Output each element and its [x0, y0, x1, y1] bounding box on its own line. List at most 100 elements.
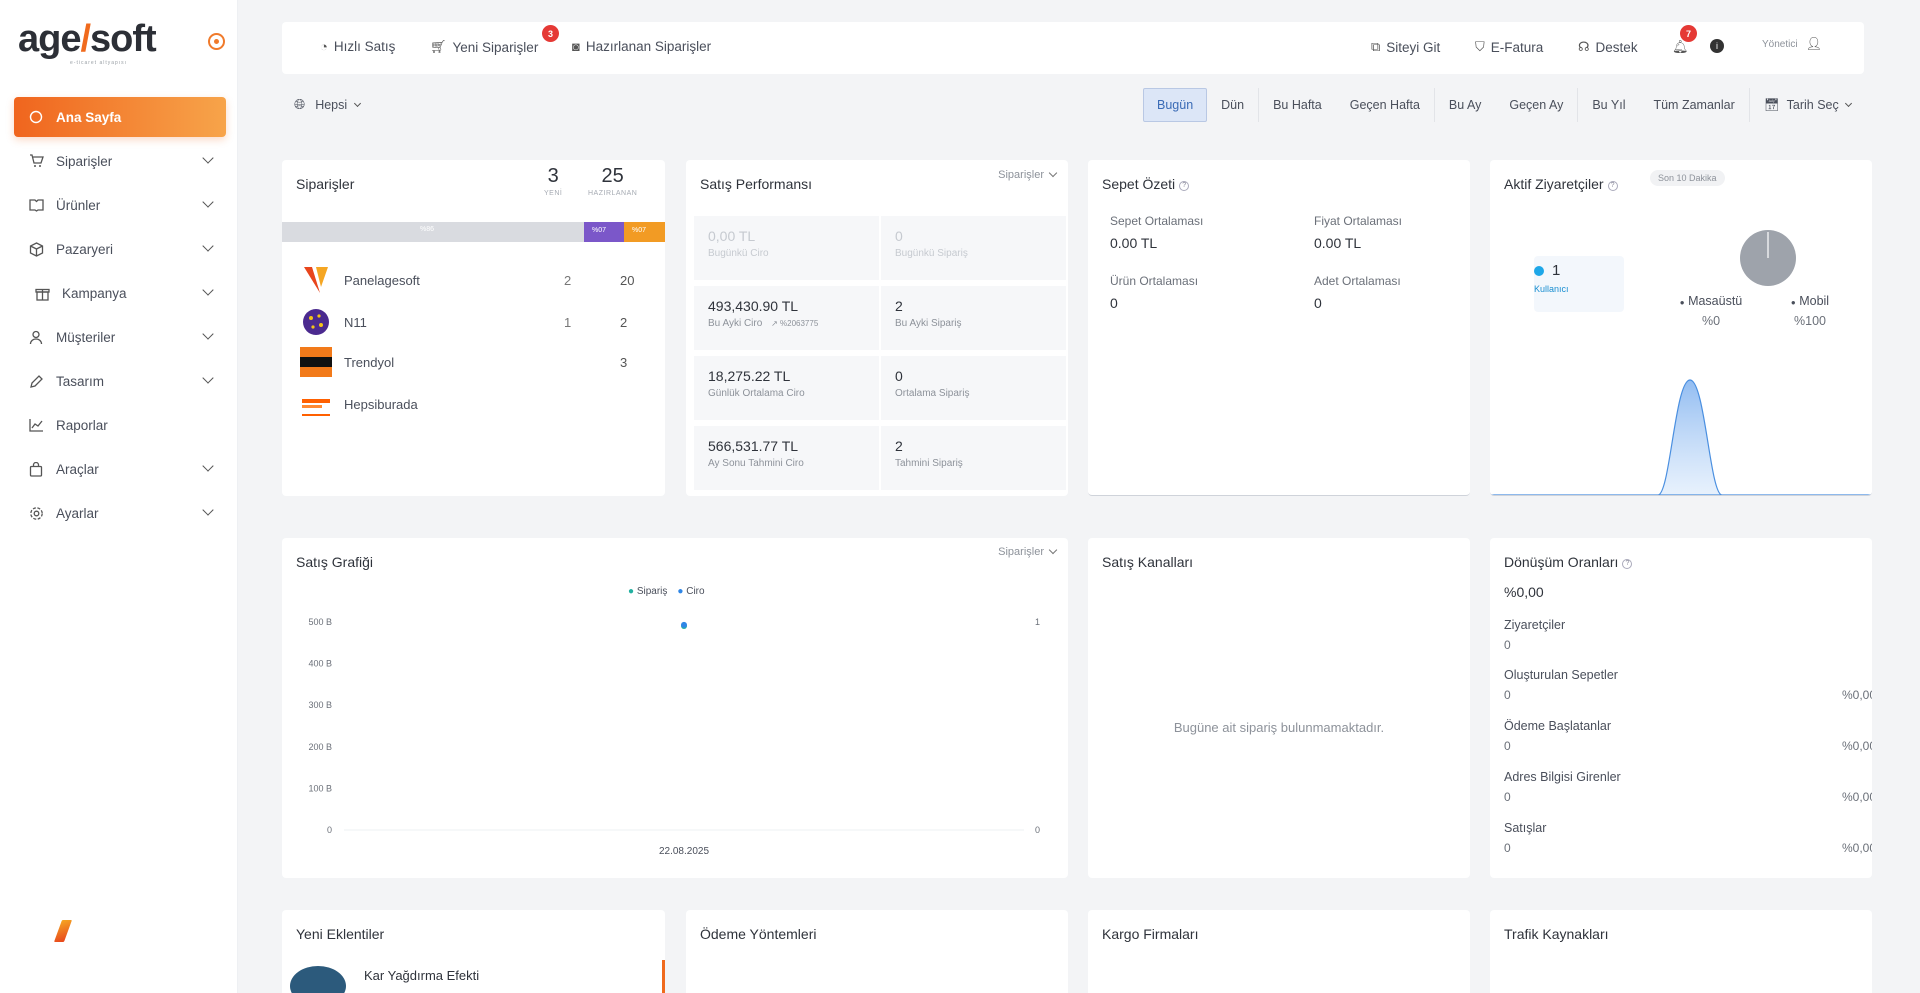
- camera-icon: ◙: [572, 39, 580, 54]
- prepared-orders-count[interactable]: 25 HAZIRLANAN: [588, 165, 637, 197]
- card-title: Yeni Eklentiler: [296, 926, 385, 942]
- filter-all-time[interactable]: Tüm Zamanlar: [1639, 88, 1748, 122]
- support-link[interactable]: ☊ Destek: [1578, 39, 1638, 55]
- list-item[interactable]: N11 1 2: [300, 306, 650, 338]
- stat-item: Ürün Ortalaması 0: [1110, 274, 1199, 311]
- chevron-down-icon: [202, 240, 214, 252]
- user-icon: 👤︎: [1805, 36, 1823, 51]
- conversion-card: Dönüşüm Oranları? %0,00 Ziyaretçiler 0 Ol…: [1490, 538, 1872, 878]
- empty-message: Bugüne ait sipariş bulunmamaktadır.: [1173, 720, 1385, 735]
- filter-this-month[interactable]: Bu Ay: [1435, 88, 1495, 122]
- sidebar-item-design[interactable]: Tasarım: [14, 361, 226, 401]
- filter-yesterday[interactable]: Dün: [1207, 88, 1258, 122]
- y-left-tick-label: 100 B: [308, 783, 332, 793]
- prepared-orders-link[interactable]: ◙ Hazırlanan Siparişler: [572, 39, 711, 54]
- filter-this-year[interactable]: Bu Yıl: [1578, 88, 1639, 122]
- stat-item: Fiyat Ortalaması 0.00 TL: [1314, 214, 1403, 251]
- info-button[interactable]: i: [1710, 39, 1730, 53]
- stat-box: 0 Ortalama Sipariş: [881, 356, 1066, 420]
- n11-logo-icon: [300, 306, 332, 338]
- quick-sale-link[interactable]: ◔ Hızlı Satış: [320, 39, 395, 54]
- sidebar-item-label: Müşteriler: [56, 329, 116, 345]
- scope-selector[interactable]: 🌐︎ Hepsi: [294, 96, 362, 113]
- sidebar-item-label: Tasarım: [56, 373, 105, 389]
- sidebar-item-campaign[interactable]: Kampanya: [14, 273, 226, 313]
- bag-icon: [28, 461, 44, 477]
- performance-dropdown[interactable]: Siparişler: [998, 169, 1056, 181]
- visit-site-link[interactable]: ⧉ Siteyi Git: [1371, 39, 1440, 55]
- chevron-down-icon: [1844, 99, 1852, 108]
- card-title: Satış Performansı: [700, 176, 813, 192]
- x-tick-label: 22.08.2025: [659, 846, 709, 857]
- sidebar-item-orders[interactable]: Siparişler: [14, 141, 226, 181]
- conversion-row: Oluşturulan Sepetler0%0,00: [1504, 668, 1872, 702]
- home-icon: [28, 109, 44, 125]
- list-item[interactable]: Trendyol 3: [300, 346, 650, 378]
- headset-icon: ☊: [1578, 39, 1590, 54]
- desktop-stat: ● Masaüstü %0: [1679, 294, 1743, 328]
- gear-icon: [28, 505, 44, 521]
- sidebar-item-label: Kampanya: [62, 285, 127, 301]
- chevron-down-icon: [354, 99, 362, 107]
- card-title: Trafik Kaynakları: [1504, 926, 1609, 942]
- sidebar-item-settings[interactable]: Ayarlar: [14, 493, 226, 533]
- sidebar-item-home[interactable]: Ana Sayfa: [14, 97, 226, 137]
- chevron-down-icon: [202, 460, 214, 472]
- plugin-name[interactable]: Kar Yağdırma Efekti: [364, 968, 479, 983]
- status-dot-icon: [1534, 266, 1544, 276]
- gift-icon: [34, 285, 50, 301]
- stat-box: 18,275.22 TL Günlük Ortalama Ciro: [694, 356, 879, 420]
- sidebar-item-label: Ürünler: [56, 197, 101, 213]
- stat-item: Sepet Ortalaması 0.00 TL: [1110, 214, 1204, 251]
- sidebar-item-label: Siparişler: [56, 153, 113, 169]
- data-point-revenue: [681, 621, 687, 628]
- scope-label: Hepsi: [315, 97, 348, 112]
- sales-chart: 500 B 400 B 300 B 200 B 100 B 0 1 0 22.08.2025: [308, 617, 1040, 857]
- panelagesoft-logo-icon: [300, 264, 332, 296]
- stat-box: 493,430.90 TL Bu Ayki Ciro ↗ %2063775: [694, 286, 879, 350]
- stat-box: 2 Bu Ayki Sipariş: [881, 286, 1066, 350]
- box-icon: [28, 241, 44, 257]
- notifications-button[interactable]: 🔔︎ 7: [1672, 25, 1697, 55]
- card-title: Sepet Özeti?: [1102, 176, 1190, 192]
- date-picker-button[interactable]: 📅︎ Tarih Seç: [1750, 88, 1865, 122]
- brand-logo[interactable]: age/soft e-ticaret altyapısı: [18, 18, 178, 66]
- conversion-total: %0,00: [1504, 584, 1544, 600]
- sidebar-item-tools[interactable]: Araçlar: [14, 449, 226, 489]
- einvoice-link[interactable]: ⛉ E-Fatura: [1475, 39, 1543, 55]
- traffic-sources-card: Trafik Kaynakları: [1490, 910, 1872, 993]
- brand-mark-icon: [53, 920, 73, 942]
- sidebar: age/soft e-ticaret altyapısı Ana Sayfa S…: [0, 0, 238, 993]
- list-item[interactable]: Panelagesoft 2 20: [300, 264, 650, 296]
- stat-box: 0 Bugünkü Sipariş: [881, 216, 1066, 280]
- list-item[interactable]: Hepsiburada: [300, 388, 650, 420]
- period-badge: Son 10 Dakika: [1650, 170, 1725, 186]
- sidebar-toggle-icon[interactable]: [208, 33, 225, 50]
- scrollbar[interactable]: [662, 960, 665, 993]
- sidebar-item-products[interactable]: Ürünler: [14, 185, 226, 225]
- mobile-stat: ● Mobil %100: [1790, 294, 1830, 328]
- calendar-icon: 📅︎: [1763, 97, 1780, 112]
- sidebar-item-marketplace[interactable]: Pazaryeri: [14, 229, 226, 269]
- info-icon: ?: [1622, 559, 1633, 569]
- sidebar-item-reports[interactable]: Raporlar: [14, 405, 226, 445]
- active-visitors-card: Aktif Ziyaretçiler? Son 10 Dakika 1 Kull…: [1490, 160, 1872, 496]
- card-title: Satış Kanalları: [1102, 554, 1194, 570]
- sidebar-item-customers[interactable]: Müşteriler: [14, 317, 226, 357]
- filter-last-month[interactable]: Geçen Ay: [1495, 88, 1577, 122]
- payment-methods-card: Ödeme Yöntemleri: [686, 910, 1068, 993]
- filter-this-week[interactable]: Bu Hafta: [1259, 88, 1336, 122]
- new-orders-count[interactable]: 3 YENİ: [544, 165, 562, 197]
- filter-last-week[interactable]: Geçen Hafta: [1336, 88, 1434, 122]
- user-menu[interactable]: Yönetici 👤︎: [1762, 36, 1828, 52]
- plugin-thumbnail-icon: [290, 966, 346, 993]
- filter-today[interactable]: Bugün: [1143, 88, 1208, 122]
- notifications-badge: 7: [1680, 25, 1697, 42]
- new-orders-link[interactable]: 🛒︎ Yeni Siparişler 3: [430, 25, 559, 55]
- stat-box: 2 Tahmini Sipariş: [881, 426, 1066, 490]
- card-title: Siparişler: [296, 176, 355, 192]
- y-left-tick-label: 500 B: [308, 617, 332, 627]
- y-left-tick-label: 0: [327, 825, 332, 835]
- y-left-tick-label: 300 B: [308, 700, 332, 710]
- card-title: Kargo Firmaları: [1102, 926, 1199, 942]
